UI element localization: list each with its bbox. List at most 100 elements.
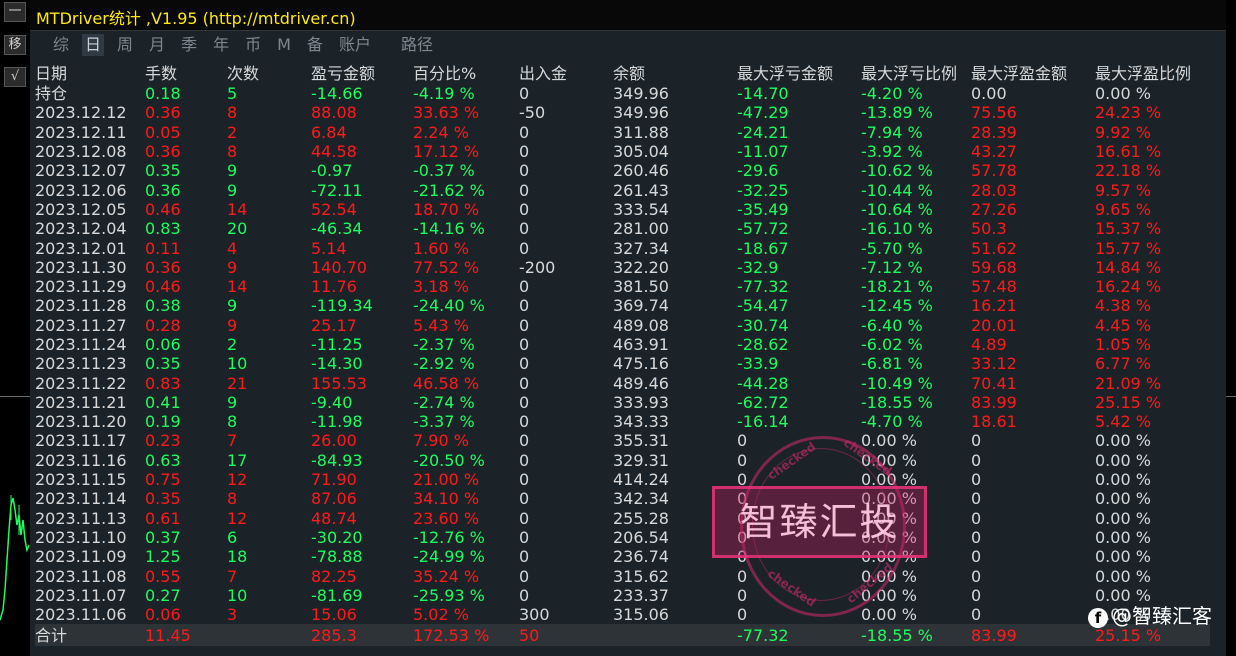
cell-lots: 0.11: [145, 238, 181, 258]
cell-pct: -24.99 %: [413, 547, 485, 567]
window-title: MTDriver统计 ,V1.95 (http://mtdriver.cn): [36, 9, 356, 28]
column-header[interactable]: 手数: [145, 62, 227, 84]
cell-lots: 0.35: [145, 161, 181, 181]
cell-mfpp: 0.00 %: [1095, 450, 1151, 470]
check-button[interactable]: √: [4, 67, 26, 87]
table-row[interactable]: 2023.12.12 0.36 8 88.08 33.63 % -50 349.96 -47.…: [35, 103, 1210, 122]
table-row[interactable]: 2023.11.14 0.35 8 87.06 34.10 % 0 342.34 0 0.00 …: [35, 489, 1210, 508]
cell-mfl: 0: [737, 605, 748, 625]
cell-mfl: 0: [737, 566, 748, 586]
cell-date: 2023.11.10: [35, 527, 127, 547]
table-row[interactable]: 2023.11.23 0.35 10 -14.30 -2.92 % 0 475.16 -33.…: [35, 354, 1210, 373]
tab-year[interactable]: 年: [210, 34, 232, 56]
cell-pl: 44.58: [311, 142, 357, 162]
cell-bal: 381.50: [613, 277, 669, 297]
tab-notes[interactable]: 备: [304, 34, 326, 56]
column-header[interactable]: 百分比%: [413, 62, 519, 84]
table-row[interactable]: 2023.12.01 0.11 4 5.14 1.60 % 0 327.34 -18.67 -5…: [35, 238, 1210, 258]
tab-currency[interactable]: 币: [242, 34, 264, 56]
cell-bal: 281.00: [613, 219, 669, 239]
table-row[interactable]: 2023.12.07 0.35 9 -0.97 -0.37 % 0 260.46 -29.6 -…: [35, 161, 1210, 180]
table-row[interactable]: 2023.11.13 0.61 12 48.74 23.60 % 0 255.28 0 0.00…: [35, 509, 1210, 528]
cell-io: 0: [519, 142, 530, 162]
price-chart-fragment: [0, 495, 30, 621]
table-row[interactable]: 2023.11.27 0.28 9 25.17 5.43 % 0 489.08 -30.74 -…: [35, 316, 1210, 335]
cell-count: [227, 624, 311, 647]
table-row[interactable]: 2023.12.05 0.46 14 52.54 18.70 % 0 333.54 -35.4…: [35, 200, 1210, 219]
minimize-button[interactable]: 一: [4, 2, 26, 22]
cell-io: 0: [519, 199, 530, 219]
cell-pl: -46.34: [311, 219, 363, 239]
table-row[interactable]: 2023.12.08 0.36 8 44.58 17.12 % 0 305.04 -11.07…: [35, 142, 1210, 161]
cell-mfpp: 25.15 %: [1095, 392, 1162, 412]
cell-pct: 3.18 %: [413, 277, 469, 297]
tab-week[interactable]: 周: [114, 34, 136, 56]
column-header[interactable]: 余额: [613, 62, 737, 84]
cell-pl: -84.93: [311, 450, 363, 470]
tab-summary[interactable]: 综: [50, 34, 72, 56]
table-row[interactable]: 2023.11.24 0.06 2 -11.25 -2.37 % 0 463.91 -28.6…: [35, 335, 1210, 354]
column-header[interactable]: 最大浮盈金额: [971, 62, 1095, 84]
column-header[interactable]: 最大浮亏比例: [861, 62, 971, 84]
tab-path[interactable]: 路径: [398, 34, 436, 56]
table-row[interactable]: 2023.11.21 0.41 9 -9.40 -2.74 % 0 333.93 -62.72…: [35, 393, 1210, 412]
cell-mflp: 0.00 %: [861, 508, 917, 528]
column-header[interactable]: 最大浮亏金额: [737, 62, 861, 84]
table-row[interactable]: 2023.12.11 0.05 2 6.84 2.24 % 0 311.88 -24.21 -7…: [35, 123, 1210, 142]
cell-pct: 5.43 %: [413, 315, 469, 335]
tab-day[interactable]: 日: [82, 34, 105, 56]
move-button[interactable]: 移: [4, 35, 26, 55]
cell-date: 2023.12.12: [35, 103, 127, 123]
table-row[interactable]: 2023.11.07 0.27 10 -81.69 -25.93 % 0 233.37 0 0.…: [35, 586, 1210, 605]
cell-mfl: -35.49: [737, 199, 789, 219]
table-row[interactable]: 2023.11.09 1.25 18 -78.88 -24.99 % 0 236.74 0 0.…: [35, 547, 1210, 566]
cell-lots: 0.83: [145, 373, 181, 393]
cell-mfp: 0: [971, 585, 982, 605]
table-row[interactable]: 2023.11.06 0.06 3 15.06 5.02 % 300 315.06 0 0.00…: [35, 605, 1210, 624]
column-header[interactable]: 最大浮盈比例: [1095, 62, 1210, 84]
table-row[interactable]: 2023.12.06 0.36 9 -72.11 -21.62 % 0 261.43 -32.…: [35, 180, 1210, 200]
column-header[interactable]: 盈亏金额: [311, 62, 413, 84]
cell-bal: 342.34: [613, 489, 669, 509]
tab-quarter[interactable]: 季: [178, 34, 200, 56]
cell-date: 2023.11.28: [35, 296, 127, 316]
cell-mflp: -13.89 %: [861, 103, 933, 123]
cell-bal: 322.20: [613, 257, 669, 277]
cell-io: 0: [519, 450, 530, 470]
table-row[interactable]: 2023.11.17 0.23 7 26.00 7.90 % 0 355.31 0 0.00 %…: [35, 431, 1210, 450]
cell-count: 10: [227, 354, 248, 374]
column-header[interactable]: 日期: [35, 62, 145, 84]
cell-date: 2023.12.04: [35, 219, 127, 239]
total-row[interactable]: 合计 11.45 285.3 172.53 % 50 -77.32 -18.55 % 83.9…: [35, 624, 1210, 647]
cell-mfp: 27.26: [971, 199, 1017, 219]
table-row[interactable]: 2023.11.20 0.19 8 -11.98 -3.37 % 0 343.33 -16.1…: [35, 412, 1210, 431]
tab-month[interactable]: 月: [146, 34, 168, 56]
table-row[interactable]: 2023.11.29 0.46 14 11.76 3.18 % 0 381.50 -77.32…: [35, 277, 1210, 296]
cell-mfpp: 0.00 %: [1095, 489, 1151, 509]
cell-bal: 206.54: [613, 527, 669, 547]
cell-mfl: -30.74: [737, 315, 789, 335]
table-row[interactable]: 持仓 0.18 5 -14.66 -4.19 % 0 349.96 -14.70 -4.20 %…: [35, 84, 1210, 103]
cell-count: 6: [227, 527, 238, 547]
column-header[interactable]: 次数: [227, 62, 311, 84]
cell-mflp: -6.40 %: [861, 315, 923, 335]
cell-io: 0: [519, 161, 530, 181]
cell-mfp: 57.48: [971, 277, 1017, 297]
cell-mfl: 0: [737, 431, 748, 451]
cell-lots: 0.06: [145, 605, 181, 625]
table-row[interactable]: 2023.11.28 0.38 9 -119.34 -24.40 % 0 369.74 -54…: [35, 296, 1210, 315]
cell-pl: -9.40: [311, 392, 353, 412]
table-row[interactable]: 2023.11.30 0.36 9 140.70 77.52 % -200 322.20 -3…: [35, 258, 1210, 277]
table-row[interactable]: 2023.11.22 0.83 21 155.53 46.58 % 0 489.46 -44.…: [35, 373, 1210, 393]
column-header[interactable]: 出入金: [519, 62, 613, 84]
table-row[interactable]: 2023.11.15 0.75 12 71.90 21.00 % 0 414.24 0 0.00…: [35, 470, 1210, 489]
tab-account[interactable]: 账户: [336, 34, 374, 56]
cell-bal: 489.08: [613, 315, 669, 335]
table-row[interactable]: 2023.12.04 0.83 20 -46.34 -14.16 % 0 281.00 -57…: [35, 219, 1210, 238]
cell-mfpp: 9.65 %: [1095, 199, 1151, 219]
table-row[interactable]: 2023.11.10 0.37 6 -30.20 -12.76 % 0 206.54 0 0.0…: [35, 528, 1210, 547]
tab-magic[interactable]: M: [274, 34, 294, 56]
table-row[interactable]: 2023.11.16 0.63 17 -84.93 -20.50 % 0 329.31 0 0.…: [35, 451, 1210, 470]
cell-mfpp: 14.84 %: [1095, 257, 1162, 277]
table-row[interactable]: 2023.11.08 0.55 7 82.25 35.24 % 0 315.62 0 0.00 …: [35, 566, 1210, 586]
